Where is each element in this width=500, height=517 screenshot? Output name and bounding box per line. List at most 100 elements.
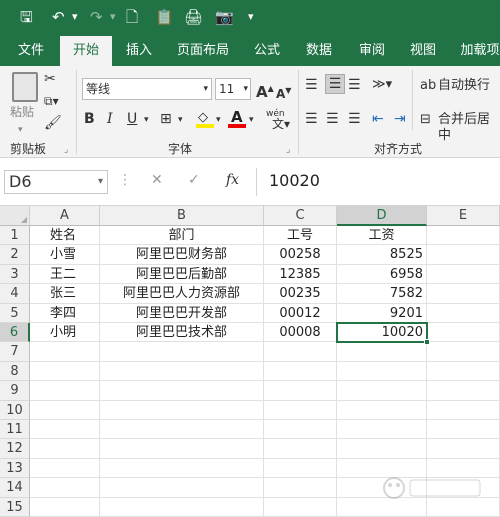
paste-button-label[interactable]: 粘贴 (10, 104, 34, 120)
cut-icon[interactable]: ✂ (44, 70, 56, 88)
cancel-icon[interactable]: ✕ (151, 172, 163, 188)
align-center-icon[interactable]: ☰ (326, 110, 339, 128)
cell-b12[interactable] (100, 439, 264, 459)
row-header-10[interactable]: 10 (0, 400, 30, 420)
paste-dropdown-icon[interactable]: ▾ (18, 122, 23, 138)
cell-d5[interactable]: 9201 (337, 303, 427, 323)
insert-function-icon[interactable]: fx (226, 172, 239, 188)
merge-center-icon[interactable]: ⊟ (420, 112, 431, 128)
borders-dropdown-icon[interactable]: ▾ (178, 112, 183, 128)
cell-e8[interactable] (427, 361, 500, 382)
undo-icon[interactable]: ↶ (52, 8, 65, 26)
redo-dropdown-icon[interactable]: ▾ (110, 8, 116, 26)
col-header-d[interactable]: D (337, 206, 427, 226)
cell-d10[interactable] (337, 400, 427, 420)
cell-c6[interactable]: 00008 (264, 323, 337, 343)
cell-a2[interactable]: 小雪 (30, 245, 100, 265)
cell-d7[interactable] (337, 342, 427, 362)
row-header-4[interactable]: 4 (0, 284, 30, 304)
row-header-14[interactable]: 14 (0, 478, 30, 498)
cell-c7[interactable] (264, 342, 337, 362)
shrink-font-button[interactable]: A▼ (276, 82, 291, 103)
cell-d1[interactable]: 工资 (337, 226, 427, 246)
cell-a5[interactable]: 李四 (30, 303, 100, 323)
font-name-select[interactable]: 等线 ▾ (82, 78, 212, 100)
cell-b3[interactable]: 阿里巴巴后勤部 (100, 264, 264, 285)
cell-d4[interactable]: 7582 (337, 284, 427, 304)
borders-icon[interactable]: ⊞ (160, 110, 172, 128)
row-header-7[interactable]: 7 (0, 342, 30, 362)
row-header-12[interactable]: 12 (0, 439, 30, 459)
cell-c15[interactable] (264, 497, 337, 517)
decrease-indent-icon[interactable]: ⇤ (372, 110, 384, 128)
cell-e11[interactable] (427, 420, 500, 440)
cell-e5[interactable] (427, 303, 500, 323)
cell-b9[interactable] (100, 381, 264, 401)
col-header-a[interactable]: A (30, 206, 100, 226)
underline-dropdown-icon[interactable]: ▾ (144, 112, 149, 128)
cell-b10[interactable] (100, 400, 264, 420)
cell-c11[interactable] (264, 420, 337, 440)
cell-c5[interactable]: 00012 (264, 303, 337, 323)
cell-b11[interactable] (100, 420, 264, 440)
row-header-3[interactable]: 3 (0, 264, 30, 285)
font-color-icon[interactable]: A (228, 108, 246, 128)
row-header-15[interactable]: 15 (0, 497, 30, 517)
cell-c10[interactable] (264, 400, 337, 420)
camera-icon[interactable]: 📷 (215, 8, 234, 26)
cell-a10[interactable] (30, 400, 100, 420)
cell-d12[interactable] (337, 439, 427, 459)
cell-e7[interactable] (427, 342, 500, 362)
align-bottom-icon[interactable]: ☰ (348, 76, 361, 94)
align-top-icon[interactable]: ☰ (305, 76, 318, 94)
cell-b7[interactable] (100, 342, 264, 362)
tab-file[interactable]: 文件 (6, 36, 56, 66)
cell-e3[interactable] (427, 264, 500, 285)
tab-data[interactable]: 数据 (294, 36, 344, 66)
tab-page-layout[interactable]: 页面布局 (166, 36, 240, 66)
row-header-8[interactable]: 8 (0, 361, 30, 382)
cell-a15[interactable] (30, 497, 100, 517)
cell-e10[interactable] (427, 400, 500, 420)
cell-d9[interactable] (337, 381, 427, 401)
cell-b13[interactable] (100, 458, 264, 479)
fill-color-dropdown-icon[interactable]: ▾ (216, 112, 221, 128)
cell-e6[interactable] (427, 323, 500, 343)
cell-b5[interactable]: 阿里巴巴开发部 (100, 303, 264, 323)
cell-a13[interactable] (30, 458, 100, 479)
cell-d8[interactable] (337, 361, 427, 382)
tab-view[interactable]: 视图 (400, 36, 446, 66)
phonetic-icon[interactable]: 文▾ (272, 116, 290, 132)
cell-b6[interactable]: 阿里巴巴技术部 (100, 323, 264, 343)
cell-a1[interactable]: 姓名 (30, 226, 100, 246)
cell-b15[interactable] (100, 497, 264, 517)
clipboard-launcher-icon[interactable]: ⌟ (64, 142, 68, 158)
paste-icon[interactable]: 📋 (155, 8, 174, 26)
font-size-select[interactable]: 11 ▾ (215, 78, 251, 100)
tab-home[interactable]: 开始 (60, 36, 112, 66)
wrap-text-icon[interactable]: ab (420, 78, 436, 94)
save-icon[interactable]: 🖫 (20, 8, 33, 26)
font-launcher-icon[interactable]: ⌟ (286, 142, 290, 158)
cell-b8[interactable] (100, 361, 264, 382)
bold-button[interactable]: B (84, 110, 95, 128)
print-icon[interactable]: 🖨 (184, 8, 203, 26)
format-painter-icon[interactable]: 🖌 (44, 114, 62, 132)
row-header-9[interactable]: 9 (0, 381, 30, 401)
cell-e9[interactable] (427, 381, 500, 401)
cell-b14[interactable] (100, 478, 264, 498)
row-header-13[interactable]: 13 (0, 458, 30, 479)
select-all-corner[interactable]: ◢ (0, 206, 30, 226)
row-header-6[interactable]: 6 (0, 323, 30, 343)
paste-big-icon[interactable] (12, 72, 38, 102)
cell-a11[interactable] (30, 420, 100, 440)
cell-c9[interactable] (264, 381, 337, 401)
fill-color-icon[interactable]: ◇ (196, 110, 214, 128)
align-middle-icon[interactable]: ☰ (325, 74, 345, 94)
cell-e2[interactable] (427, 245, 500, 265)
row-header-1[interactable]: 1 (0, 226, 30, 246)
tab-review[interactable]: 审阅 (348, 36, 396, 66)
font-color-dropdown-icon[interactable]: ▾ (249, 112, 254, 128)
cell-c2[interactable]: 00258 (264, 245, 337, 265)
cell-a12[interactable] (30, 439, 100, 459)
